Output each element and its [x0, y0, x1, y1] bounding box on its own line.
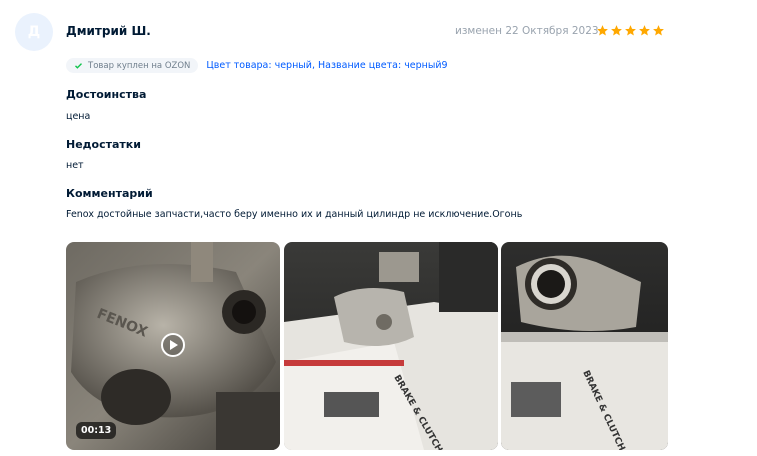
play-icon: [170, 340, 178, 350]
review-meta: Товар куплен на OZON Цвет товара: черный…: [66, 58, 448, 73]
author-name[interactable]: Дмитрий Ш.: [66, 24, 151, 38]
product-photo-image: BRAKE & CLUTCH: [501, 242, 668, 450]
check-icon: [75, 63, 82, 69]
purchase-badge: Товар куплен на OZON: [66, 58, 199, 73]
product-photo-image: BRAKE & CLUTCH: [284, 242, 498, 450]
play-button[interactable]: [161, 333, 185, 357]
comment-text: Fenox достойные запчасти,часто беру имен…: [66, 209, 523, 220]
cons-title: Недостатки: [66, 138, 141, 151]
review-date: изменен 22 Октября 2023: [455, 25, 599, 37]
purchase-badge-label: Товар куплен на OZON: [88, 60, 191, 71]
review-video-thumbnail[interactable]: FENOX 00:13: [66, 242, 280, 450]
star-icon: [653, 25, 664, 36]
star-icon: [639, 25, 650, 36]
pros-title: Достоинства: [66, 88, 147, 101]
star-icon: [611, 25, 622, 36]
cons-text: нет: [66, 160, 84, 171]
product-variant-link[interactable]: Цвет товара: черный, Название цвета: чер…: [206, 60, 447, 71]
comment-title: Комментарий: [66, 187, 153, 200]
pros-text: цена: [66, 111, 91, 122]
star-icon: [625, 25, 636, 36]
star-icon: [597, 25, 608, 36]
avatar: Д: [15, 13, 53, 51]
review-photo[interactable]: BRAKE & CLUTCH: [284, 242, 498, 450]
review-photo[interactable]: BRAKE & CLUTCH: [501, 242, 668, 450]
video-duration: 00:13: [76, 422, 117, 439]
rating-stars: [596, 24, 665, 37]
